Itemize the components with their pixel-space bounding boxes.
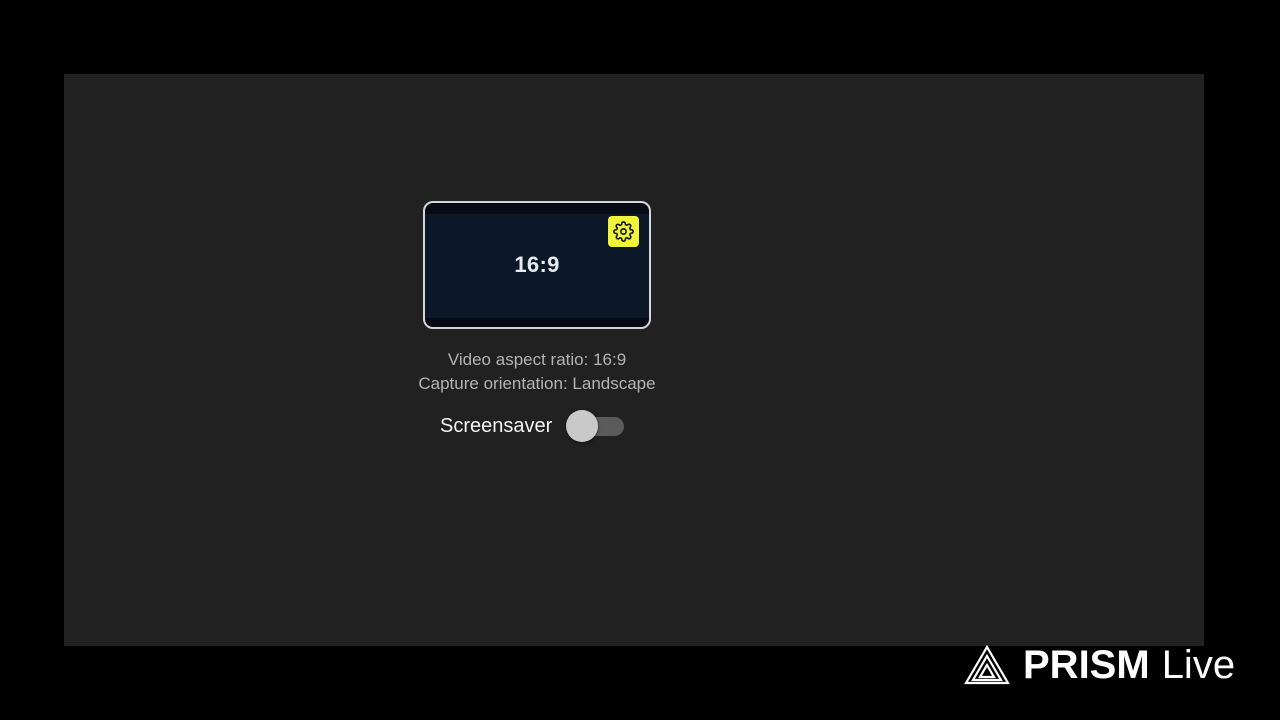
preview-ratio-label: 16:9 [514, 252, 560, 277]
screensaver-label: Screensaver [440, 414, 553, 437]
aspect-ratio-preview-card[interactable]: 16:9 [423, 201, 651, 329]
settings-button[interactable] [608, 216, 639, 247]
capture-info: Video aspect ratio: 16:9 Capture orienta… [337, 348, 737, 396]
orientation-info: Capture orientation: Landscape [418, 374, 656, 393]
prism-live-watermark: PRISM Live [963, 643, 1235, 687]
toggle-thumb [566, 410, 599, 442]
watermark-brand: PRISM [1023, 643, 1150, 687]
aspect-ratio-info: Video aspect ratio: 16:9 [447, 350, 627, 369]
gear-icon [613, 221, 634, 242]
watermark-product: Live [1161, 643, 1236, 687]
screensaver-toggle[interactable] [566, 410, 625, 442]
prism-logo-icon [963, 644, 1023, 686]
screensaver-row: Screensaver [440, 410, 625, 442]
screen: 16:9 Video aspect ratio: 16:9 Capture or… [0, 0, 1280, 720]
